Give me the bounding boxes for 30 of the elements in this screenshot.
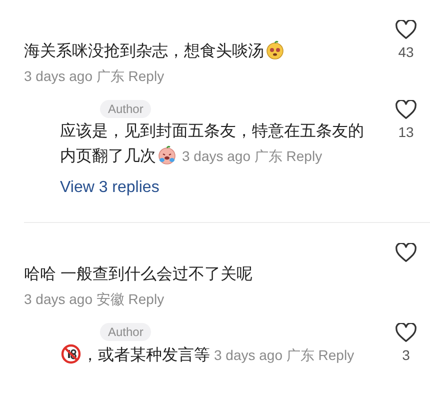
like-count: 3 bbox=[402, 347, 410, 363]
comment-text: 哈哈 一般查到什么会过不了关呢 bbox=[24, 266, 252, 283]
comment-text: 海关系咪没抢到杂志，想食头啖汤 bbox=[24, 43, 264, 60]
location: 广东 bbox=[286, 347, 314, 363]
like-count: 43 bbox=[398, 44, 414, 60]
view-replies-link[interactable]: View 3 replies bbox=[60, 179, 160, 197]
comment-text: 内页翻了几次 bbox=[60, 148, 156, 165]
smiley-face-icon bbox=[265, 40, 285, 60]
prohibited-icon bbox=[61, 344, 81, 364]
location: 安徽 bbox=[96, 291, 124, 307]
like-heart-icon[interactable] bbox=[395, 323, 417, 343]
timestamp: 3 days ago bbox=[24, 291, 92, 307]
reply-link[interactable]: Reply bbox=[286, 148, 322, 164]
reply-link[interactable]: Reply bbox=[128, 68, 164, 84]
like-heart-icon[interactable] bbox=[395, 243, 417, 263]
reply-link[interactable]: Reply bbox=[318, 347, 354, 363]
timestamp: 3 days ago bbox=[182, 148, 250, 164]
like-heart-icon[interactable] bbox=[395, 100, 417, 120]
like-count: 13 bbox=[398, 124, 414, 140]
comment-text: 应该是，见到封面五条友，特意在五条友的 bbox=[60, 122, 364, 142]
author-badge: Author bbox=[100, 323, 152, 341]
location: 广东 bbox=[96, 68, 124, 84]
location: 广东 bbox=[254, 148, 282, 164]
crying-face-icon bbox=[157, 145, 177, 165]
timestamp: 3 days ago bbox=[214, 347, 282, 363]
author-badge: Author bbox=[100, 100, 152, 118]
like-heart-icon[interactable] bbox=[395, 20, 417, 40]
comment-text: ，或者某种发言等 bbox=[82, 347, 210, 364]
timestamp: 3 days ago bbox=[24, 68, 92, 84]
reply-link[interactable]: Reply bbox=[128, 291, 164, 307]
